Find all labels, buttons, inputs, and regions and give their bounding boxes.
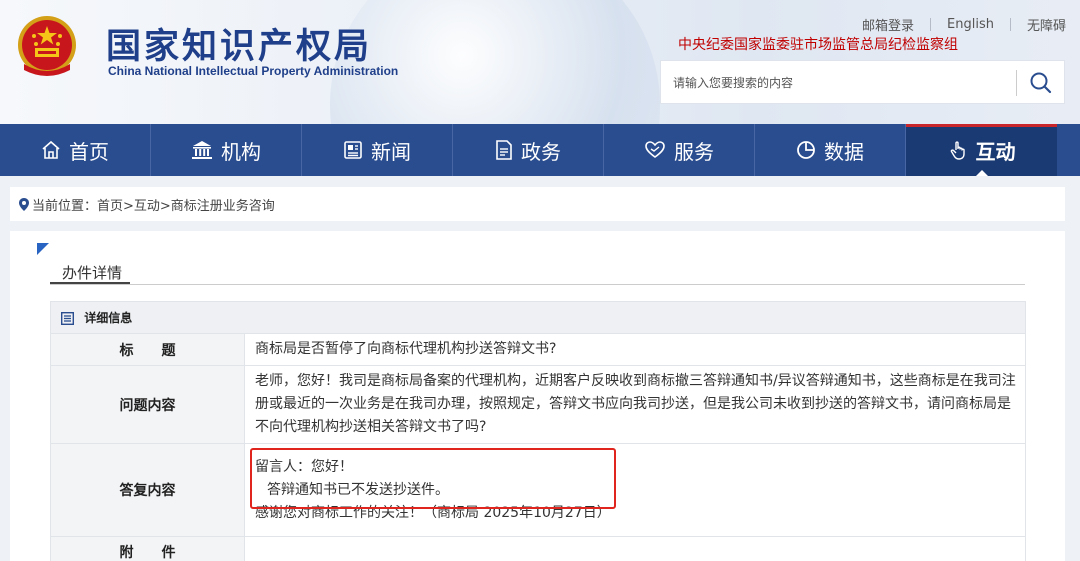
nav-item-news[interactable]: 新闻: [302, 124, 453, 176]
nav-item-institution[interactable]: 机构: [151, 124, 302, 176]
nav-label: 机构: [221, 139, 261, 164]
corner-marker: [37, 243, 49, 255]
news-icon: [344, 141, 362, 159]
home-icon: [42, 140, 60, 159]
row-label-reply: 答复内容: [50, 443, 245, 537]
breadcrumb-text[interactable]: 当前位置：首页>互动>商标注册业务咨询: [32, 195, 275, 214]
search-divider: [1016, 70, 1017, 96]
location-pin-icon: [19, 198, 29, 211]
breadcrumb: 当前位置：首页>互动>商标注册业务咨询: [10, 187, 1065, 221]
search-icon[interactable]: [1027, 69, 1055, 97]
tab-active-underline: [50, 282, 130, 284]
section-title: 详细信息: [84, 311, 133, 325]
document-icon: [496, 140, 512, 160]
pie-chart-icon: [797, 141, 815, 159]
nav-item-service[interactable]: 服务: [604, 124, 755, 176]
nav-label: 数据: [824, 139, 864, 164]
nav-item-government[interactable]: 政务: [453, 124, 604, 176]
hand-pointer-icon: [950, 141, 965, 160]
nav-label: 新闻: [371, 139, 411, 164]
heart-hand-icon: [645, 141, 665, 158]
nav-label: 互动: [975, 139, 1016, 164]
mail-login-link[interactable]: 邮箱登录: [846, 15, 930, 34]
top-links: 邮箱登录 English 无障碍: [846, 15, 1066, 34]
site-title-en[interactable]: China National Intellectual Property Adm…: [108, 64, 398, 78]
row-label-attachment: 附 件: [50, 536, 245, 561]
supervision-link[interactable]: 中央纪委国家监委驻市场监管总局纪检监察组: [678, 34, 958, 54]
nav-label: 政务: [521, 139, 561, 164]
nav-label: 首页: [69, 139, 109, 164]
globe-decoration: [330, 0, 660, 124]
site-header: 国家知识产权局 China National Intellectual Prop…: [0, 0, 1080, 124]
nav-item-home[interactable]: 首页: [0, 124, 151, 176]
detail-table: 详细信息 标 题 商标局是否暂停了向商标代理机构抄送答辩文书? 问题内容 老师，…: [50, 301, 1026, 561]
table-row: 附 件: [50, 536, 1026, 561]
main-panel: 办件详情 详细信息 标 题 商标局是否暂停了向商标代理机构抄送答辩文书? 问题内…: [10, 231, 1065, 561]
reply-highlight-box: [250, 448, 616, 509]
site-title-cn[interactable]: 国家知识产权局: [106, 18, 372, 69]
table-row: 问题内容 老师，您好！我司是商标局备案的代理机构，近期客户反映收到商标撤三答辩通…: [50, 365, 1026, 444]
search-box: [660, 60, 1065, 104]
search-input[interactable]: [673, 72, 1003, 94]
row-label-question: 问题内容: [50, 365, 245, 444]
nav-item-data[interactable]: 数据: [755, 124, 906, 176]
nav-item-interaction[interactable]: 互动: [906, 124, 1057, 176]
institution-icon: [192, 141, 212, 159]
row-value-title: 商标局是否暂停了向商标代理机构抄送答辩文书?: [244, 333, 1026, 366]
section-header: 详细信息: [50, 301, 1026, 334]
row-value-question: 老师，您好！我司是商标局备案的代理机构，近期客户反映收到商标撤三答辩通知书/异议…: [244, 365, 1026, 444]
row-value-attachment: [244, 536, 1026, 561]
nav-label: 服务: [674, 139, 714, 164]
tab-divider: [50, 284, 1025, 285]
list-icon: [61, 312, 74, 325]
table-header-row: 详细信息: [50, 301, 1026, 334]
national-emblem-icon[interactable]: [14, 14, 80, 80]
row-label-title: 标 题: [50, 333, 245, 366]
english-link[interactable]: English: [931, 17, 1010, 32]
table-row: 标 题 商标局是否暂停了向商标代理机构抄送答辩文书?: [50, 333, 1026, 366]
main-nav: 首页 机构 新闻 政务 服务 数据 互动: [0, 124, 1080, 176]
accessibility-link[interactable]: 无障碍: [1011, 15, 1066, 34]
